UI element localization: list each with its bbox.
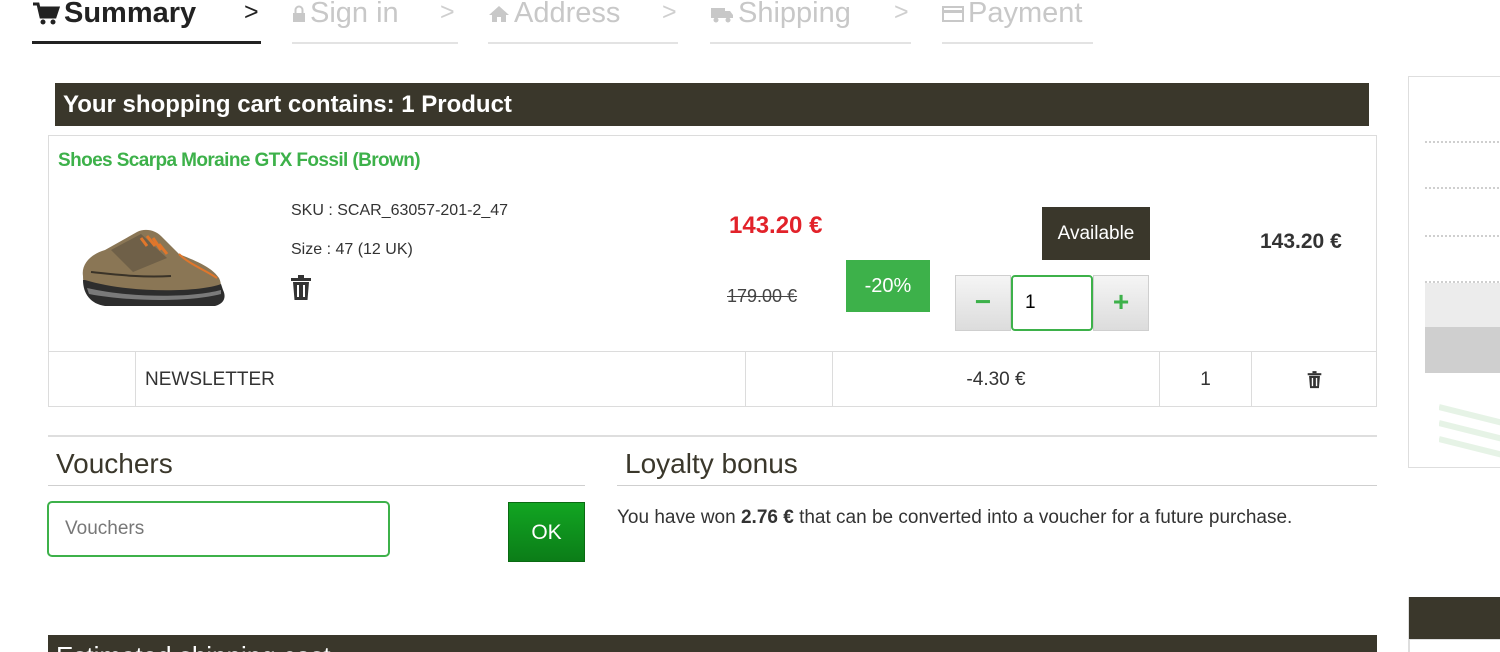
discount-badge: -20% — [846, 260, 930, 312]
table-cell — [1252, 352, 1376, 407]
loyalty-text-after: that can be converted into a voucher for… — [793, 507, 1293, 528]
voucher-code-input[interactable] — [47, 501, 390, 557]
step-label: Shipping — [738, 0, 851, 29]
step-label: Address — [514, 0, 621, 29]
product-sku: SKU : SCAR_63057-201-2_47 — [291, 202, 509, 219]
section-divider — [48, 435, 1377, 437]
vouchers-title: Vouchers — [56, 448, 173, 479]
side-panel-header — [1408, 597, 1500, 652]
truck-icon — [711, 8, 733, 23]
step-label: Payment — [968, 0, 1083, 29]
loyalty-underline — [617, 485, 1377, 486]
step-separator: > — [662, 0, 677, 26]
step-label: Summary — [64, 0, 197, 29]
cart-icon — [33, 2, 60, 25]
step-label: Sign in — [310, 0, 399, 29]
home-icon — [489, 6, 509, 23]
voucher-submit-button[interactable]: OK — [508, 502, 585, 562]
step-separator: > — [440, 0, 455, 26]
newsletter-qty: 1 — [1160, 352, 1252, 407]
availability-badge: Available — [1042, 207, 1150, 260]
checkout-steps: Summary > Sign in > Address > Shipping >… — [0, 0, 1400, 46]
loyalty-amount: 2.76 € — [740, 507, 794, 528]
step-shipping[interactable]: Shipping — [710, 0, 911, 44]
line-total: 143.20 € — [1260, 230, 1342, 253]
quantity-input[interactable] — [1011, 275, 1093, 331]
step-payment[interactable]: Payment — [942, 0, 1093, 44]
shipping-estimate-header: Estimated shipping cost — [48, 635, 1377, 652]
dotted-divider — [1425, 187, 1500, 189]
credit-card-icon — [942, 6, 964, 23]
vouchers-underline — [48, 485, 585, 486]
newsletter-label: NEWSLETTER — [136, 352, 746, 407]
product-size: Size : 47 (12 UK) — [291, 241, 413, 258]
lock-icon — [293, 5, 305, 23]
loyalty-title: Loyalty bonus — [625, 448, 798, 479]
quantity-decrease-button[interactable]: − — [955, 275, 1011, 331]
loyalty-text-before: You have won — [617, 507, 741, 528]
table-cell — [49, 352, 136, 407]
newsletter-amount: -4.30 € — [833, 352, 1160, 407]
newsletter-discount-row: NEWSLETTER -4.30 € 1 — [49, 351, 1376, 407]
quantity-stepper: − + — [955, 275, 1151, 331]
summary-total-row — [1425, 327, 1500, 373]
trash-icon[interactable] — [290, 275, 312, 301]
dotted-divider — [1425, 235, 1500, 237]
dotted-divider — [1425, 141, 1500, 143]
table-cell — [746, 352, 833, 407]
loyalty-text: You have won 2.76 € that can be converte… — [617, 505, 1337, 531]
step-address[interactable]: Address — [488, 0, 678, 44]
product-name-link[interactable]: Shoes Scarpa Moraine GTX Fossil (Brown) — [58, 150, 421, 172]
step-summary[interactable]: Summary — [32, 0, 261, 44]
side-panel-body — [1409, 639, 1500, 652]
decorative-stripes — [1439, 404, 1500, 458]
price-original: 179.00 € — [727, 286, 798, 306]
quantity-increase-button[interactable]: + — [1093, 275, 1149, 331]
product-image[interactable] — [71, 214, 231, 314]
order-summary-panel — [1408, 76, 1500, 468]
trash-icon[interactable] — [1307, 371, 1322, 389]
price-current: 143.20 € — [729, 212, 823, 239]
summary-row — [1425, 283, 1500, 327]
step-sign-in[interactable]: Sign in — [292, 0, 458, 44]
shipping-estimate-title: Estimated shipping cost — [56, 641, 331, 652]
step-separator: > — [894, 0, 909, 26]
cart-product: Shoes Scarpa Moraine GTX Fossil (Brown) … — [48, 135, 1377, 407]
cart-header: Your shopping cart contains: 1 Product — [55, 83, 1369, 126]
step-separator: > — [244, 0, 259, 26]
